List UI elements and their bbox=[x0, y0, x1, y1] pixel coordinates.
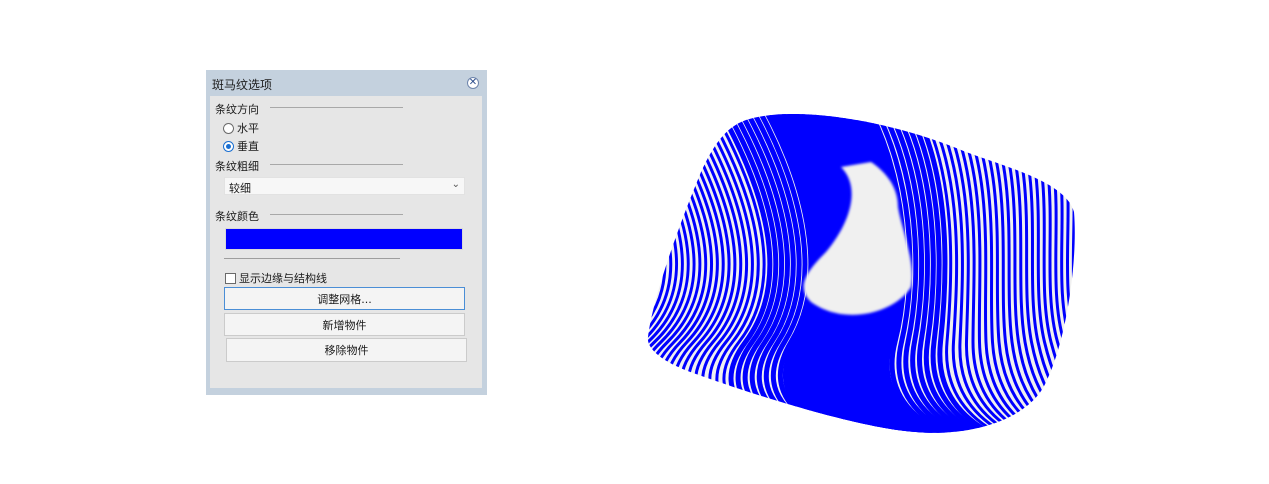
panel-title: 斑马纹选项 bbox=[212, 78, 273, 92]
section-divider bbox=[270, 164, 403, 165]
radio-vertical-label: 垂直 bbox=[237, 140, 259, 153]
zebra-stripe bbox=[647, 114, 661, 433]
show-edges-checkbox-row[interactable]: 显示边缘与结构线 bbox=[225, 270, 327, 286]
stripe-thickness-label: 条纹粗细 bbox=[215, 160, 259, 173]
remove-object-button[interactable]: 移除物件 bbox=[226, 338, 467, 362]
show-edges-label: 显示边缘与结构线 bbox=[239, 272, 327, 285]
radio-horizontal-label: 水平 bbox=[237, 122, 259, 135]
panel-content: 条纹方向 水平 垂直 条纹粗细 较细 ⌄ 条纹颜色 显示边缘与结构线 调整网格.… bbox=[210, 96, 482, 388]
chevron-down-icon: ⌄ bbox=[451, 179, 460, 190]
panel-titlebar[interactable]: 斑马纹选项 ✕ bbox=[206, 70, 487, 96]
content-divider bbox=[224, 258, 400, 259]
radio-vertical-button[interactable] bbox=[223, 140, 234, 152]
stripe-thickness-select[interactable]: 较细 ⌄ bbox=[224, 177, 465, 195]
adjust-mesh-button[interactable]: 调整网格... bbox=[224, 287, 465, 310]
radio-horizontal[interactable]: 水平 bbox=[223, 120, 259, 136]
radio-vertical[interactable]: 垂直 bbox=[223, 138, 259, 154]
zebra-stripe bbox=[647, 114, 655, 433]
section-divider bbox=[270, 214, 403, 215]
stripe-color-swatch[interactable] bbox=[225, 228, 463, 250]
stripe-color-label: 条纹颜色 bbox=[215, 210, 259, 223]
zebra-stripe bbox=[646, 112, 648, 434]
stripe-thickness-value: 较细 bbox=[229, 182, 251, 195]
show-edges-checkbox[interactable] bbox=[225, 272, 236, 284]
close-icon[interactable]: ✕ bbox=[467, 77, 479, 89]
radio-horizontal-button[interactable] bbox=[223, 122, 234, 134]
stripe-direction-label: 条纹方向 bbox=[215, 103, 259, 116]
zebra-stripe-surface bbox=[646, 112, 1075, 434]
section-divider bbox=[270, 107, 403, 108]
zebra-options-panel: 斑马纹选项 ✕ 条纹方向 水平 垂直 条纹粗细 较细 ⌄ 条纹颜色 显示边缘与结… bbox=[206, 70, 487, 395]
add-object-button[interactable]: 新增物件 bbox=[224, 313, 465, 336]
zebra-stripe bbox=[1071, 114, 1075, 433]
